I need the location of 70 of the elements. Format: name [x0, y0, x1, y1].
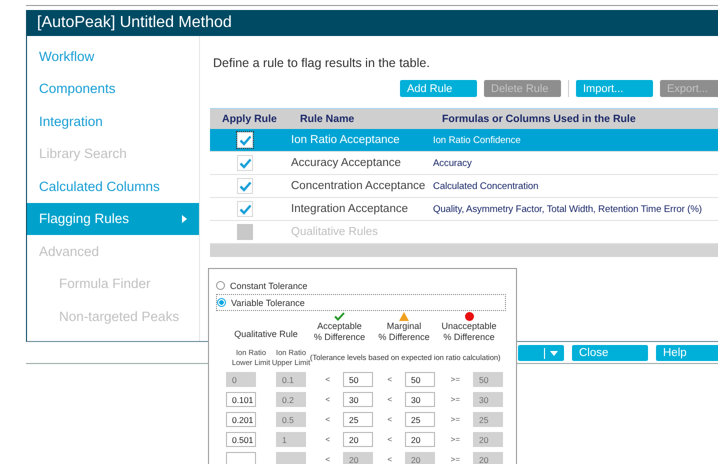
radio-button[interactable]: Variable Tolerance [216, 294, 506, 311]
rule-name: Integration Acceptance [290, 203, 409, 215]
sidebar-item[interactable]: Workflow [27, 40, 199, 72]
operator-text: < [324, 375, 331, 384]
column-header: Qualitative Rule [233, 329, 299, 341]
operator-text: >= [450, 415, 461, 424]
footer-button[interactable]: Close [572, 345, 648, 361]
operator-text: >= [450, 395, 461, 404]
column-header: Acceptable % Difference [314, 321, 366, 343]
input-field[interactable]: 50 [343, 372, 373, 387]
toolbar-button[interactable]: Import... [576, 80, 653, 97]
rule-name: Concentration Acceptance [290, 180, 426, 192]
input-field[interactable]: 25 [343, 412, 373, 427]
operator-text: < [324, 455, 331, 464]
caret-icon [182, 214, 187, 223]
column-header: Formulas or Columns Used in the Rule [442, 113, 636, 125]
input-field[interactable]: 30 [405, 392, 435, 407]
input-field[interactable]: 30 [343, 392, 373, 407]
input-field[interactable] [226, 452, 256, 464]
toolbar-button[interactable]: Add Rule [400, 80, 477, 97]
table-row[interactable]: Ion Ratio Acceptance Ion Ratio Confidence [210, 129, 718, 152]
column-header: Apply Rule [221, 113, 278, 125]
table-row[interactable]: Accuracy Acceptance Accuracy [210, 152, 718, 175]
operator-text: < [324, 395, 331, 404]
operator-text: < [386, 455, 393, 464]
rule-name: Qualitative Rules [290, 226, 379, 238]
warning-triangle-icon [399, 312, 409, 321]
checkbox[interactable] [237, 132, 253, 148]
column-header: Marginal % Difference [378, 321, 430, 343]
operator-text: < [386, 415, 393, 424]
operator-text: < [386, 395, 393, 404]
table-row[interactable]: Concentration Acceptance Calculated Concentration [210, 175, 718, 198]
operator-text: < [324, 415, 331, 424]
check-icon [334, 312, 345, 321]
split-button[interactable] [518, 345, 564, 361]
input-field[interactable]: 25 [405, 412, 435, 427]
table-row[interactable]: Integration Acceptance Quality, Asymmetry Factor, Total Width, Retention Time Error (%) [210, 198, 718, 221]
operator-text: < [386, 375, 393, 384]
input-field[interactable]: 20 [343, 432, 373, 447]
operator-text: < [386, 435, 393, 444]
checkbox[interactable] [237, 201, 253, 217]
rule-name: Accuracy Acceptance [290, 157, 402, 169]
operator-text: >= [450, 435, 461, 444]
rule-name: Ion Ratio Acceptance [290, 134, 401, 146]
radio-button[interactable]: Constant Tolerance [216, 278, 506, 293]
checkbox[interactable] [237, 178, 253, 194]
operator-text: >= [450, 455, 461, 464]
input-field[interactable]: 20 [405, 432, 435, 447]
sidebar-item[interactable]: Integration [27, 105, 199, 138]
input-field[interactable]: 0.501 [226, 432, 256, 447]
input-field[interactable]: 0.201 [226, 412, 256, 427]
column-header: Rule Name [299, 113, 356, 125]
input-field[interactable]: 50 [405, 372, 435, 387]
operator-text: >= [450, 375, 461, 384]
error-icon [464, 312, 474, 321]
caret-icon [550, 350, 558, 356]
sidebar-item[interactable]: Flagging Rules [27, 202, 199, 235]
sidebar-item[interactable]: Calculated Columns [27, 170, 199, 202]
rule-formula: Calculated Concentration [433, 180, 538, 192]
column-header: Unacceptable % Difference [441, 321, 497, 343]
rule-formula: Ion Ratio Confidence [433, 134, 521, 146]
footer-button[interactable]: Help [656, 345, 718, 361]
rule-formula: Accuracy [433, 158, 472, 168]
operator-text: < [324, 435, 331, 444]
instruction-text: Define a rule to flag results in the table. [213, 56, 431, 72]
window-title: [AutoPeak] Untitled Method [37, 14, 232, 32]
input-field[interactable]: 0.101 [226, 392, 256, 407]
sidebar-item[interactable]: Components [27, 72, 199, 105]
checkbox[interactable] [237, 155, 253, 171]
rule-formula: Quality, Asymmetry Factor, Total Width, Retention Time Error (%) [433, 204, 702, 214]
